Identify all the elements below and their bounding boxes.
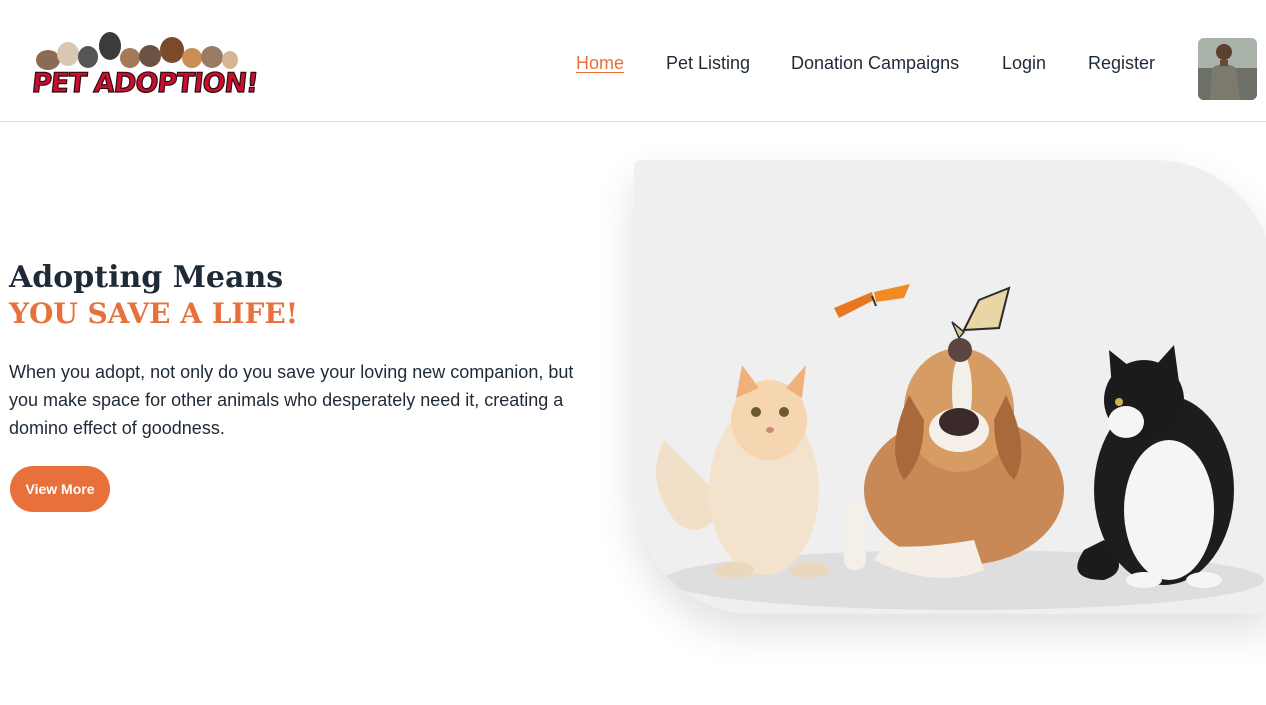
hero-pets-image xyxy=(634,160,1266,614)
nav-donation-campaigns[interactable]: Donation Campaigns xyxy=(791,53,959,74)
site-header: PET ADOPTION! Home Pet Listing Donation … xyxy=(0,0,1266,122)
view-more-button[interactable]: View More xyxy=(10,466,110,512)
hero-accent-title: YOU SAVE A LIFE! xyxy=(9,297,299,330)
nav-home[interactable]: Home xyxy=(576,53,624,74)
avatar-person-image xyxy=(1198,38,1257,100)
nav-register[interactable]: Register xyxy=(1088,53,1155,74)
orange-cat xyxy=(656,365,829,578)
orange-butterfly-icon xyxy=(834,284,910,318)
monarch-butterfly-icon xyxy=(951,286,1011,340)
hero-description: When you adopt, not only do you save you… xyxy=(9,362,574,438)
hero-title: Adopting Means xyxy=(9,260,284,295)
user-avatar[interactable] xyxy=(1198,38,1257,100)
beagle-dog xyxy=(844,338,1064,578)
nav-pet-listing[interactable]: Pet Listing xyxy=(666,53,750,74)
black-white-cat xyxy=(1077,345,1234,588)
pets-illustration xyxy=(656,284,1264,610)
main-nav: Home Pet Listing Donation Campaigns Logi… xyxy=(0,53,1266,79)
nav-login[interactable]: Login xyxy=(1002,53,1046,74)
